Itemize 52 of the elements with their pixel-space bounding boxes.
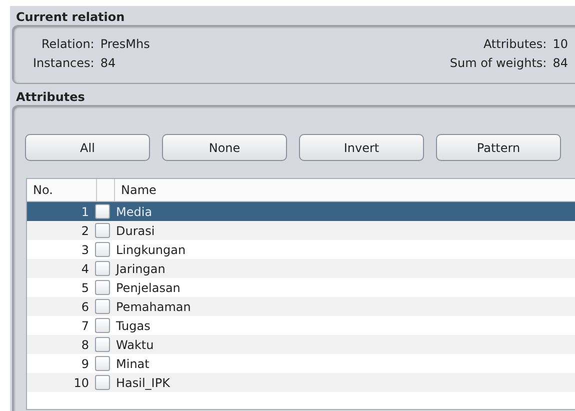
checkbox[interactable]: [95, 223, 110, 238]
row-number: 2: [80, 224, 90, 238]
field-value: PresMhs: [100, 36, 150, 52]
row-number: 3: [80, 242, 90, 256]
attribute-name: Minat: [115, 356, 150, 370]
checkbox[interactable]: [95, 261, 110, 276]
row-number: 4: [80, 262, 90, 276]
attribute-name: Waktu: [115, 338, 154, 352]
row-number: 1: [80, 204, 90, 218]
select-button[interactable]: Pattern: [436, 134, 561, 161]
attribute-name: Pemahaman: [115, 300, 191, 314]
field-label: Sum of weights:: [450, 55, 547, 71]
table-row[interactable]: 1 Media: [27, 202, 575, 221]
attribute-name: Penjelasan: [115, 280, 180, 294]
table-row[interactable]: 8 Waktu: [27, 335, 575, 354]
attribute-name: Hasil_IPK: [115, 376, 170, 390]
section-title: Attributes: [15, 89, 86, 105]
checkbox[interactable]: [95, 337, 110, 352]
select-button[interactable]: All: [25, 134, 150, 161]
attribute-name: Lingkungan: [115, 242, 186, 256]
table-row[interactable]: 4 Jaringan: [27, 259, 575, 278]
field-value: 84: [100, 55, 117, 71]
column-header[interactable]: No.: [27, 179, 97, 201]
checkbox[interactable]: [95, 356, 110, 371]
select-button[interactable]: Invert: [299, 134, 424, 161]
section-title: Current relation: [15, 9, 126, 25]
attribute-name: Media: [115, 204, 152, 218]
field-label: Instances:: [32, 55, 94, 71]
attribute-name: Durasi: [115, 224, 155, 238]
row-number: 8: [80, 338, 90, 352]
row-number: 6: [80, 300, 90, 314]
checkbox[interactable]: [95, 204, 110, 219]
row-number: 5: [80, 280, 90, 294]
table-row[interactable]: 6 Pemahaman: [27, 297, 575, 316]
table-row[interactable]: 10 Hasil_IPK: [27, 373, 575, 392]
column-header[interactable]: Name: [115, 179, 575, 201]
attribute-name: Jaringan: [115, 262, 166, 276]
checkbox[interactable]: [95, 280, 110, 295]
field-label: Relation:: [40, 36, 94, 52]
checkbox[interactable]: [95, 318, 110, 333]
field-value: 10: [552, 36, 568, 52]
field-value: 84: [552, 55, 568, 71]
checkbox[interactable]: [95, 242, 110, 257]
checkbox[interactable]: [95, 299, 110, 314]
row-number: 7: [80, 318, 90, 332]
checkbox[interactable]: [95, 375, 110, 390]
row-number: 9: [80, 356, 90, 370]
select-button[interactable]: None: [162, 134, 287, 161]
attribute-name: Tugas: [115, 318, 150, 332]
field-label: Attributes:: [482, 36, 547, 52]
row-number: 10: [72, 376, 90, 390]
table-row[interactable]: 2 Durasi: [27, 221, 575, 240]
